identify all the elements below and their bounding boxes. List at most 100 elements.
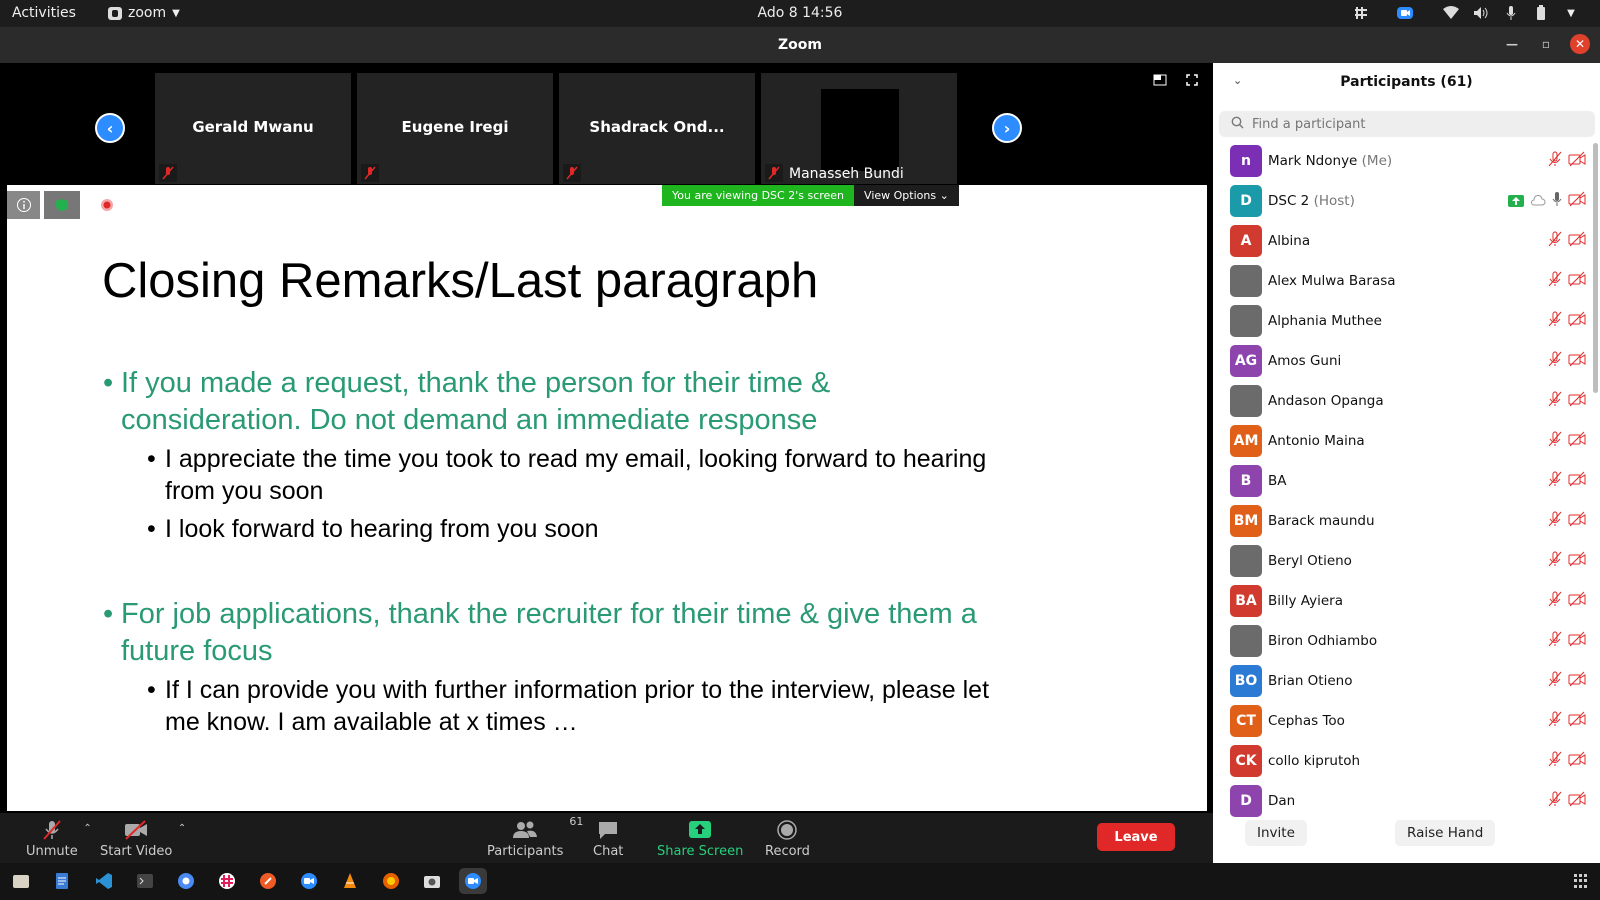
participant-name: Beryl Otieno xyxy=(1268,553,1352,569)
window-title-bar[interactable]: Zoom — ▫ ✕ xyxy=(0,27,1600,63)
participant-row[interactable]: Andason Opanga xyxy=(1213,381,1593,421)
video-tile[interactable]: Shadrack Ond... xyxy=(559,73,755,184)
video-off-icon xyxy=(1568,231,1586,251)
caret-down-icon: ▼ xyxy=(172,7,180,19)
chat-button[interactable]: Chat xyxy=(593,819,623,859)
vscode-icon[interactable] xyxy=(90,868,118,894)
participant-row[interactable]: Alex Mulwa Barasa xyxy=(1213,261,1593,301)
participant-row[interactable]: B BA xyxy=(1213,461,1593,501)
system-menu-caret-icon[interactable]: ▼ xyxy=(1562,4,1580,22)
video-off-icon xyxy=(1568,751,1586,771)
participant-row[interactable]: AG Amos Guni xyxy=(1213,341,1593,381)
participant-row[interactable]: CK collo kiprutoh xyxy=(1213,741,1593,781)
participants-button[interactable]: Participants 61 xyxy=(487,815,583,859)
participant-row[interactable]: Biron Odhiambo xyxy=(1213,621,1593,661)
video-off-icon xyxy=(1568,311,1586,331)
avatar: AM xyxy=(1230,425,1262,457)
chromium-icon[interactable] xyxy=(172,868,200,894)
participant-name: Barack maundu xyxy=(1268,513,1375,529)
participant-row[interactable]: n Mark Ndonye (Me) xyxy=(1213,141,1593,181)
slack-icon[interactable] xyxy=(213,868,241,894)
participant-row[interactable]: D DSC 2 (Host) xyxy=(1213,181,1593,221)
layout-toggle-icon[interactable] xyxy=(1153,73,1167,87)
app-menu[interactable]: zoom ▼ xyxy=(108,5,180,21)
meeting-toolbar: Unmute ⌃ Start Video ⌃ Participants 61 C… xyxy=(0,813,1213,863)
record-button[interactable]: Record xyxy=(765,819,810,859)
participant-row[interactable]: Beryl Otieno xyxy=(1213,541,1593,581)
cloud-icon xyxy=(1530,192,1546,211)
audio-options-caret-icon[interactable]: ⌃ xyxy=(83,823,91,834)
video-tile[interactable]: Manasseh Bundi xyxy=(761,73,957,184)
participant-name: Andason Opanga xyxy=(1268,393,1384,409)
document-editor-icon[interactable] xyxy=(48,868,76,894)
avatar: A xyxy=(1230,225,1262,257)
postman-icon[interactable] xyxy=(254,868,282,894)
participant-row[interactable]: Alphania Muthee xyxy=(1213,301,1593,341)
meeting-info-button[interactable] xyxy=(7,191,40,219)
volume-icon[interactable] xyxy=(1472,4,1490,22)
participant-status-icons xyxy=(1548,711,1586,731)
participant-name: Brian Otieno xyxy=(1268,673,1352,689)
leave-meeting-button[interactable]: Leave xyxy=(1097,823,1175,851)
participant-row[interactable]: A Albina xyxy=(1213,221,1593,261)
files-icon[interactable] xyxy=(7,868,35,894)
view-options-button[interactable]: View Options ⌄ xyxy=(854,185,959,206)
collapse-chevron-icon[interactable]: ⌄ xyxy=(1233,74,1242,87)
participant-name-text: Barack maundu xyxy=(1268,513,1375,529)
terminal-icon[interactable] xyxy=(131,868,159,894)
video-off-icon xyxy=(1568,591,1586,611)
video-tile[interactable]: Eugene Iregi xyxy=(357,73,553,184)
unmute-button[interactable]: Unmute ⌃ xyxy=(26,819,92,859)
zoom-active-icon[interactable] xyxy=(459,868,487,894)
participant-row[interactable]: BO Brian Otieno xyxy=(1213,661,1593,701)
scrollbar[interactable] xyxy=(1593,143,1598,393)
muted-mic-icon xyxy=(1548,591,1562,611)
muted-microphone-icon xyxy=(41,819,63,841)
video-off-icon xyxy=(123,819,149,841)
video-options-caret-icon[interactable]: ⌃ xyxy=(178,823,186,834)
slack-tray-icon[interactable] xyxy=(1352,4,1370,22)
raise-hand-button[interactable]: Raise Hand xyxy=(1395,820,1496,846)
muted-mic-icon xyxy=(1548,711,1562,731)
wifi-icon[interactable] xyxy=(1442,4,1460,22)
previous-page-button[interactable]: ‹ xyxy=(95,113,125,143)
maximize-button[interactable]: ▫ xyxy=(1536,34,1556,54)
participants-icon xyxy=(512,819,538,841)
screenshot-tool-icon[interactable] xyxy=(418,868,446,894)
microphone-icon[interactable] xyxy=(1502,4,1520,22)
bullet-dot-icon: • xyxy=(147,515,156,543)
video-tile[interactable]: Gerald Mwanu xyxy=(155,73,351,184)
participants-panel: ⌄ Participants (61) n Mark Ndonye (Me) D DS… xyxy=(1213,63,1600,863)
encryption-shield-button[interactable] xyxy=(44,191,80,219)
share-screen-button[interactable]: Share Screen xyxy=(657,819,743,859)
participant-search[interactable] xyxy=(1219,111,1595,137)
participant-row[interactable]: BA Billy Ayiera xyxy=(1213,581,1593,621)
zoom-tray-icon[interactable] xyxy=(1396,4,1414,22)
firefox-icon[interactable] xyxy=(377,868,405,894)
start-video-button[interactable]: Start Video ⌃ xyxy=(100,819,186,859)
participant-row[interactable]: AM Antonio Maina xyxy=(1213,421,1593,461)
invite-button[interactable]: Invite xyxy=(1245,820,1307,846)
battery-icon[interactable] xyxy=(1532,4,1550,22)
participant-name-text: Cephas Too xyxy=(1268,713,1345,729)
participant-row[interactable]: D Dan xyxy=(1213,781,1593,821)
search-input[interactable] xyxy=(1252,116,1552,132)
video-off-icon xyxy=(1568,551,1586,571)
participant-status-icons xyxy=(1548,431,1586,451)
vlc-icon[interactable] xyxy=(336,868,364,894)
participant-status-icons xyxy=(1548,591,1586,611)
next-page-button[interactable]: › xyxy=(992,113,1022,143)
participant-role: (Host) xyxy=(1313,193,1355,209)
minimize-button[interactable]: — xyxy=(1502,34,1522,54)
show-applications-icon[interactable] xyxy=(1574,874,1588,888)
zoom-icon[interactable] xyxy=(295,868,323,894)
window-title: Zoom xyxy=(778,37,822,53)
fullscreen-icon[interactable] xyxy=(1185,73,1199,87)
close-button[interactable]: ✕ xyxy=(1570,34,1590,54)
participant-row[interactable]: BM Barack maundu xyxy=(1213,501,1593,541)
participant-name-text: DSC 2 xyxy=(1268,193,1310,209)
activities-button[interactable]: Activities xyxy=(12,5,76,21)
avatar: BM xyxy=(1230,505,1262,537)
participant-status-icons xyxy=(1548,511,1586,531)
participant-row[interactable]: CT Cephas Too xyxy=(1213,701,1593,741)
